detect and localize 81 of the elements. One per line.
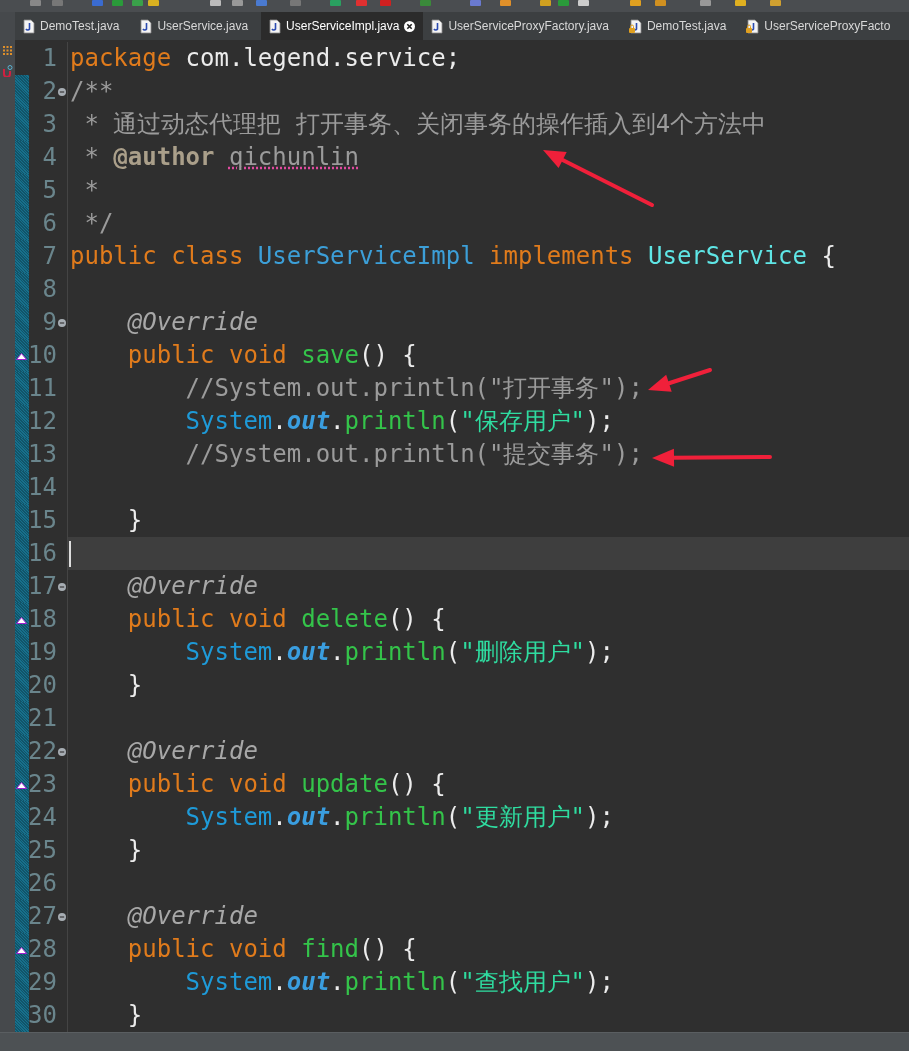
editor-tab[interactable]: UserService.java [132, 12, 262, 40]
code-line: public void delete() { [126, 604, 446, 635]
line-number: 12 [28, 406, 57, 437]
override-triangle-icon[interactable] [16, 617, 27, 624]
fold-icon[interactable] [58, 318, 66, 327]
code-line: System.out.println("保存用户"); [184, 406, 614, 437]
line-number: 24 [28, 802, 57, 833]
close-icon[interactable] [404, 20, 416, 32]
override-triangle-icon[interactable] [16, 353, 27, 360]
editor-tab[interactable]: UserServiceProxyFactory.java [423, 12, 622, 40]
code-line: public class UserServiceImpl implements UserService { [70, 241, 836, 272]
line-number: 14 [28, 472, 57, 503]
line-number: 25 [28, 835, 57, 866]
code-line: public void find() { [126, 934, 417, 965]
line-number: 27 [28, 901, 57, 932]
code-line: package com.legend.service; [70, 43, 461, 74]
editor-tab[interactable]: UserServiceImpl.java [261, 12, 424, 40]
line-number: 5 [41, 175, 57, 206]
editor-tab[interactable]: UserServiceProxyFacto [739, 12, 891, 40]
line-number: 19 [28, 637, 57, 668]
line-number: 23 [28, 769, 57, 800]
line-number: 15 [28, 505, 57, 536]
arrow [648, 368, 712, 392]
line-number: 30 [28, 1000, 57, 1031]
line-number: 21 [28, 703, 57, 734]
java-file-icon [139, 18, 153, 34]
line-number: 22 [28, 736, 57, 767]
fold-icon[interactable] [58, 87, 66, 96]
locked-java-file-icon [628, 18, 642, 34]
code-line: //System.out.println("打开事务"); [184, 373, 643, 404]
line-number: 10 [28, 340, 57, 371]
line-number: 29 [28, 967, 57, 998]
java-file-icon [430, 18, 444, 34]
fold-icon[interactable] [58, 747, 66, 756]
code-line: public void update() { [126, 769, 446, 800]
line-number: 26 [28, 868, 57, 899]
line-number: 2 [41, 76, 57, 107]
code-line: @Override [126, 901, 258, 932]
line-number: 20 [28, 670, 57, 701]
code-line: @Override [126, 307, 258, 338]
line-number: 18 [28, 604, 57, 635]
line-number: 4 [41, 142, 57, 173]
java-file-icon [22, 18, 35, 34]
locked-java-file-icon [746, 18, 760, 34]
code-line: System.out.println("查找用户"); [184, 967, 614, 998]
line-number: 17 [28, 571, 57, 602]
code-line: } [126, 835, 143, 866]
magnet-icon[interactable] [2, 65, 13, 77]
java-file-icon [268, 18, 282, 34]
editor-tab[interactable]: DemoTest.java [15, 12, 133, 40]
code-line: * [83, 175, 99, 206]
code-line: System.out.println("删除用户"); [184, 637, 614, 668]
override-triangle-icon[interactable] [16, 782, 27, 789]
line-number: 13 [28, 439, 57, 470]
line-number: 8 [41, 274, 57, 305]
text-cursor [69, 540, 71, 567]
code-line: } [126, 670, 143, 701]
code-line: //System.out.println("提交事务"); [184, 439, 643, 470]
code-line: /** [70, 76, 114, 107]
line-number: 7 [41, 241, 57, 272]
fold-icon[interactable] [58, 912, 66, 921]
override-triangle-icon[interactable] [16, 947, 27, 954]
line-number: 11 [28, 373, 57, 404]
line-number: 28 [28, 934, 57, 965]
code-line: @Override [126, 736, 258, 767]
code-line: * @author qichunlin [83, 142, 359, 173]
code-line: } [126, 505, 143, 536]
code-line: public void save() { [126, 340, 417, 371]
editor-tab[interactable]: DemoTest.java [621, 12, 740, 40]
code-line: * 通过动态代理把 打开事务、关闭事务的操作插入到4个方法中 [83, 109, 767, 140]
line-number: 16 [28, 538, 57, 569]
line-number: 6 [41, 208, 57, 239]
fold-icon[interactable] [58, 582, 66, 591]
line-number: 3 [41, 109, 57, 140]
code-line: */ [83, 208, 114, 239]
grid-icon[interactable] [3, 46, 12, 55]
code-line: } [126, 1000, 143, 1031]
line-number: 9 [41, 307, 57, 338]
line-number: 1 [41, 43, 57, 74]
code-line: System.out.println("更新用户"); [184, 802, 614, 833]
code-line: @Override [126, 571, 258, 602]
